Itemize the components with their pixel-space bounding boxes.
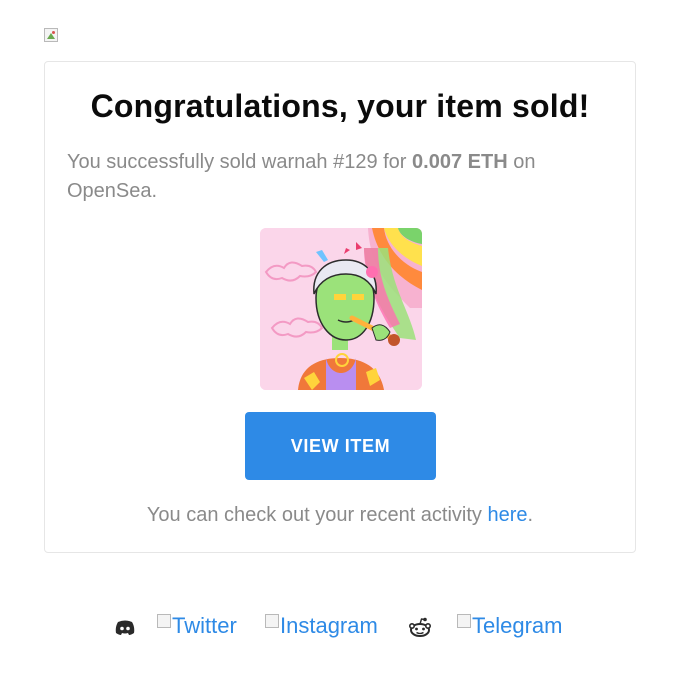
activity-here-link[interactable]: here: [487, 504, 527, 526]
email-page: Congratulations, your item sold! You suc…: [0, 0, 680, 680]
telegram-link[interactable]: Telegram: [457, 612, 562, 640]
view-item-button[interactable]: VIEW ITEM: [245, 412, 436, 480]
broken-image-icon: [44, 28, 58, 42]
sale-message-prefix: You successfully sold warnah #129 for: [67, 151, 413, 173]
sale-message: You successfully sold warnah #129 for 0.…: [67, 148, 615, 206]
broken-image-icon: [265, 614, 279, 628]
activity-suffix: .: [527, 504, 534, 526]
instagram-link[interactable]: Instagram: [265, 612, 378, 640]
activity-prefix: You can check out your recent activity: [146, 504, 488, 526]
broken-image-icon: [157, 614, 171, 628]
telegram-link-label: Telegram: [472, 613, 563, 638]
page-title: Congratulations, your item sold!: [90, 88, 590, 124]
broken-image-icon: [457, 614, 471, 628]
opensea-logo-image: [44, 28, 58, 42]
discord-icon[interactable]: [114, 620, 136, 641]
social-footer: Twitter Instagram Telegram: [0, 612, 680, 646]
activity-note: You can check out your recent activity h…: [45, 504, 635, 527]
reddit-icon[interactable]: [408, 617, 432, 642]
instagram-link-label: Instagram: [280, 613, 378, 638]
item-artwork-icon: [260, 228, 422, 390]
sale-notification-card: Congratulations, your item sold! You suc…: [44, 61, 636, 553]
sale-price: 0.007 ETH: [412, 151, 508, 173]
twitter-link[interactable]: Twitter: [157, 612, 237, 640]
item-image[interactable]: [260, 228, 422, 390]
twitter-link-label: Twitter: [172, 613, 237, 638]
